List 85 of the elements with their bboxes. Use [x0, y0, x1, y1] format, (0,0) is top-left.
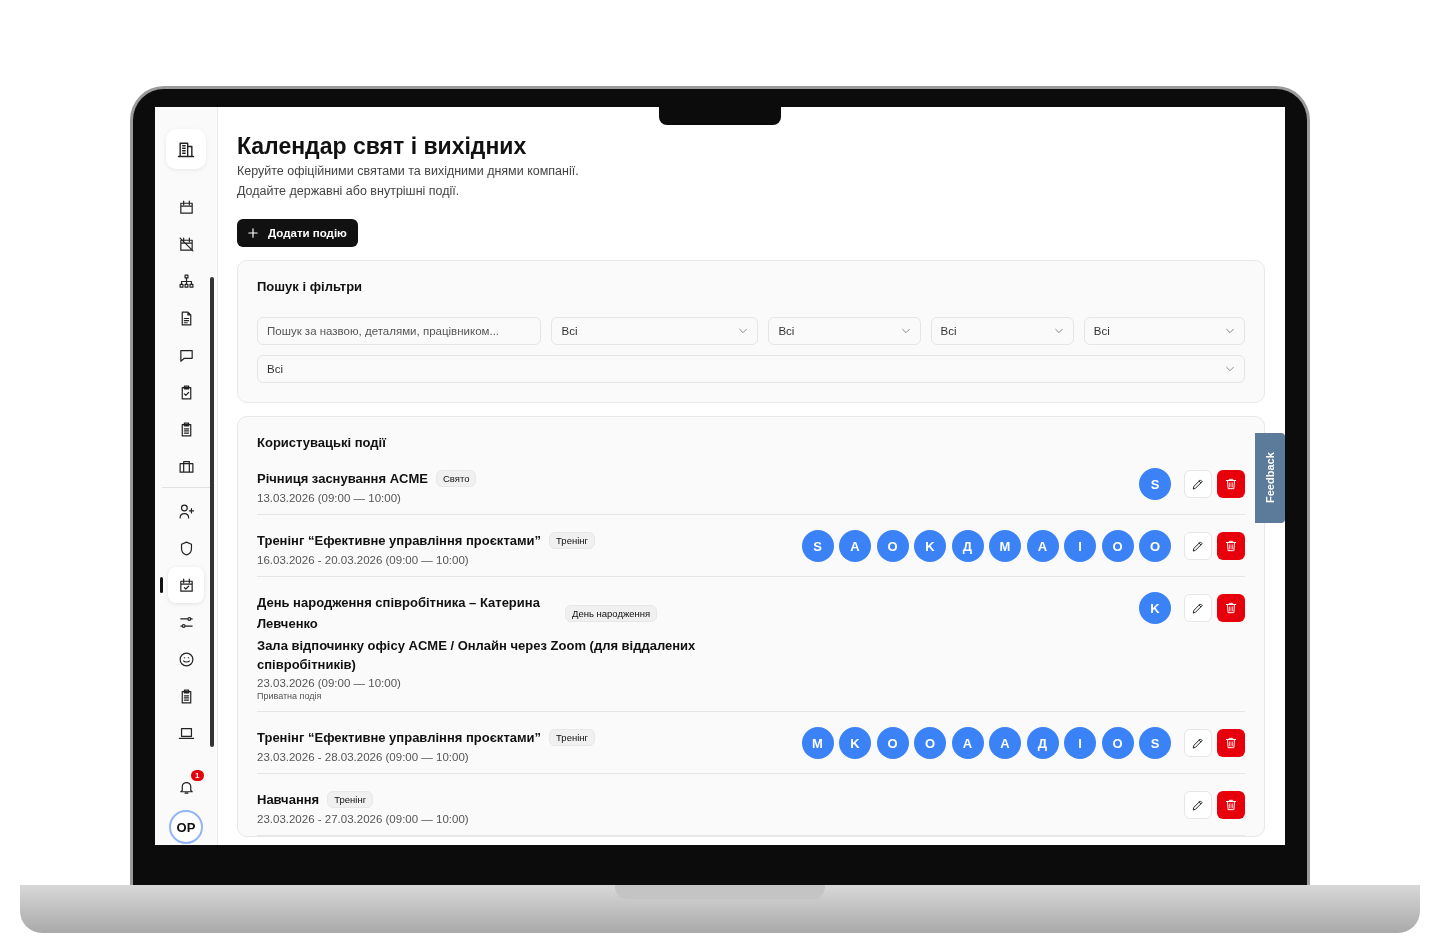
event-tag: Тренінг: [327, 791, 374, 808]
participant-avatar: K: [839, 727, 871, 759]
event-tag: Тренінг: [549, 729, 595, 746]
chevron-down-icon: [1225, 326, 1235, 336]
trash-icon: [1224, 798, 1238, 812]
delete-button[interactable]: [1217, 791, 1245, 819]
participant-avatar: O: [1139, 530, 1171, 562]
event-date: 23.03.2026 - 27.03.2026 (09:00 — 10:00): [257, 813, 469, 825]
calendar-check-icon[interactable]: [168, 567, 204, 603]
participant-avatar: I: [1064, 727, 1096, 759]
participant-avatar: O: [876, 727, 909, 759]
participant-avatar: I: [1064, 530, 1096, 562]
participant-avatar: S: [801, 530, 834, 562]
participant-avatar: Д: [951, 530, 984, 562]
participant-avatar: K: [914, 530, 946, 562]
chevron-down-icon: [738, 326, 749, 336]
trash-icon: [1224, 736, 1238, 750]
scrollbar[interactable]: [210, 277, 214, 747]
trash-icon: [1224, 601, 1238, 615]
search-field[interactable]: Пошук за назвою, деталями, працівником...: [257, 317, 542, 345]
participant-avatar: O: [876, 530, 909, 562]
participant-avatar: O: [1101, 727, 1134, 759]
trash-icon: [1224, 539, 1238, 553]
participant-avatar: O: [914, 727, 946, 759]
event-title: День народження співробітника – Катерина Левченко: [257, 594, 541, 633]
user-avatar[interactable]: OP: [169, 810, 203, 844]
chevron-down-icon: [900, 326, 911, 336]
feedback-tab[interactable]: Feedback: [1255, 433, 1285, 523]
event-title: Річниця заснування ACME: [257, 470, 428, 488]
participant-avatar: K: [1139, 592, 1171, 624]
participant-avatar: M: [801, 727, 834, 759]
edit-button[interactable]: [1183, 594, 1212, 622]
event-location: Зала відпочинку офісу ACME / Онлайн через Zoom (для віддалених співробітників): [257, 637, 697, 674]
notification-badge: 1: [191, 770, 204, 781]
event-tag: Свято: [435, 470, 477, 487]
participant-avatar: A: [951, 727, 984, 759]
edit-button[interactable]: [1183, 729, 1212, 757]
participant-avatar: S: [1139, 727, 1171, 759]
event-note: Приватна подія: [257, 691, 323, 701]
event-tag: Тренінг: [549, 532, 595, 549]
chevron-down-icon: [1053, 326, 1064, 336]
select-field[interactable]: Всі: [257, 355, 1245, 383]
active-indicator: [160, 577, 163, 593]
participant-avatar: S: [1139, 468, 1171, 500]
delete-button[interactable]: [1217, 470, 1245, 498]
participant-avatar: M: [989, 530, 1021, 562]
card-title: Пошук і фільтри: [257, 279, 364, 294]
participant-avatar: A: [1026, 530, 1059, 562]
pencil-icon: [1190, 736, 1205, 750]
event-date: 13.03.2026 (09:00 — 10:00): [257, 492, 402, 504]
pencil-icon: [1190, 477, 1205, 491]
participant-avatar: A: [989, 727, 1021, 759]
delete-button[interactable]: [1217, 532, 1245, 560]
logo-icon[interactable]: [166, 129, 206, 169]
event-tag: День народження: [565, 604, 658, 622]
pencil-icon: [1190, 539, 1205, 553]
pencil-icon: [1190, 798, 1205, 812]
edit-button[interactable]: [1183, 532, 1212, 560]
participant-avatar: A: [839, 530, 871, 562]
add-event-button[interactable]: Додати подію: [237, 219, 358, 247]
event-date: 16.03.2026 - 20.03.2026 (09:00 — 10:00): [257, 554, 470, 566]
plus-icon: [248, 228, 258, 238]
trash-icon: [1224, 477, 1238, 491]
event-date: 23.03.2026 (09:00 — 10:00): [257, 677, 402, 689]
edit-button[interactable]: [1183, 470, 1212, 498]
edit-button[interactable]: [1183, 791, 1212, 819]
select-field[interactable]: Всі: [930, 317, 1074, 345]
select-field[interactable]: Всі: [551, 317, 759, 345]
participant-avatar: Д: [1026, 727, 1059, 759]
event-title: Тренінг “Ефективне управління проєктами”: [257, 532, 542, 550]
event-title: Навчання: [257, 791, 320, 809]
delete-button[interactable]: [1217, 594, 1245, 622]
page-description: Керуйте офіційними святами та вихідними днями компанії.: [237, 163, 580, 180]
bell-icon[interactable]: [177, 779, 195, 796]
pencil-icon: [1190, 601, 1205, 615]
chevron-down-icon: [1225, 364, 1235, 374]
page-description: Додайте державні або внутрішні події.: [237, 183, 461, 200]
event-title: Тренінг “Ефективне управління проєктами”: [257, 729, 542, 747]
page-title: Календар свят і вихідних: [237, 132, 528, 161]
select-field[interactable]: Всі: [1083, 317, 1245, 345]
delete-button[interactable]: [1217, 729, 1245, 757]
event-date: 23.03.2026 - 28.03.2026 (09:00 — 10:00): [257, 751, 470, 763]
select-field[interactable]: Всі: [768, 317, 921, 345]
participant-avatar: O: [1101, 530, 1134, 562]
card-title: Користувацькі події: [257, 435, 387, 450]
